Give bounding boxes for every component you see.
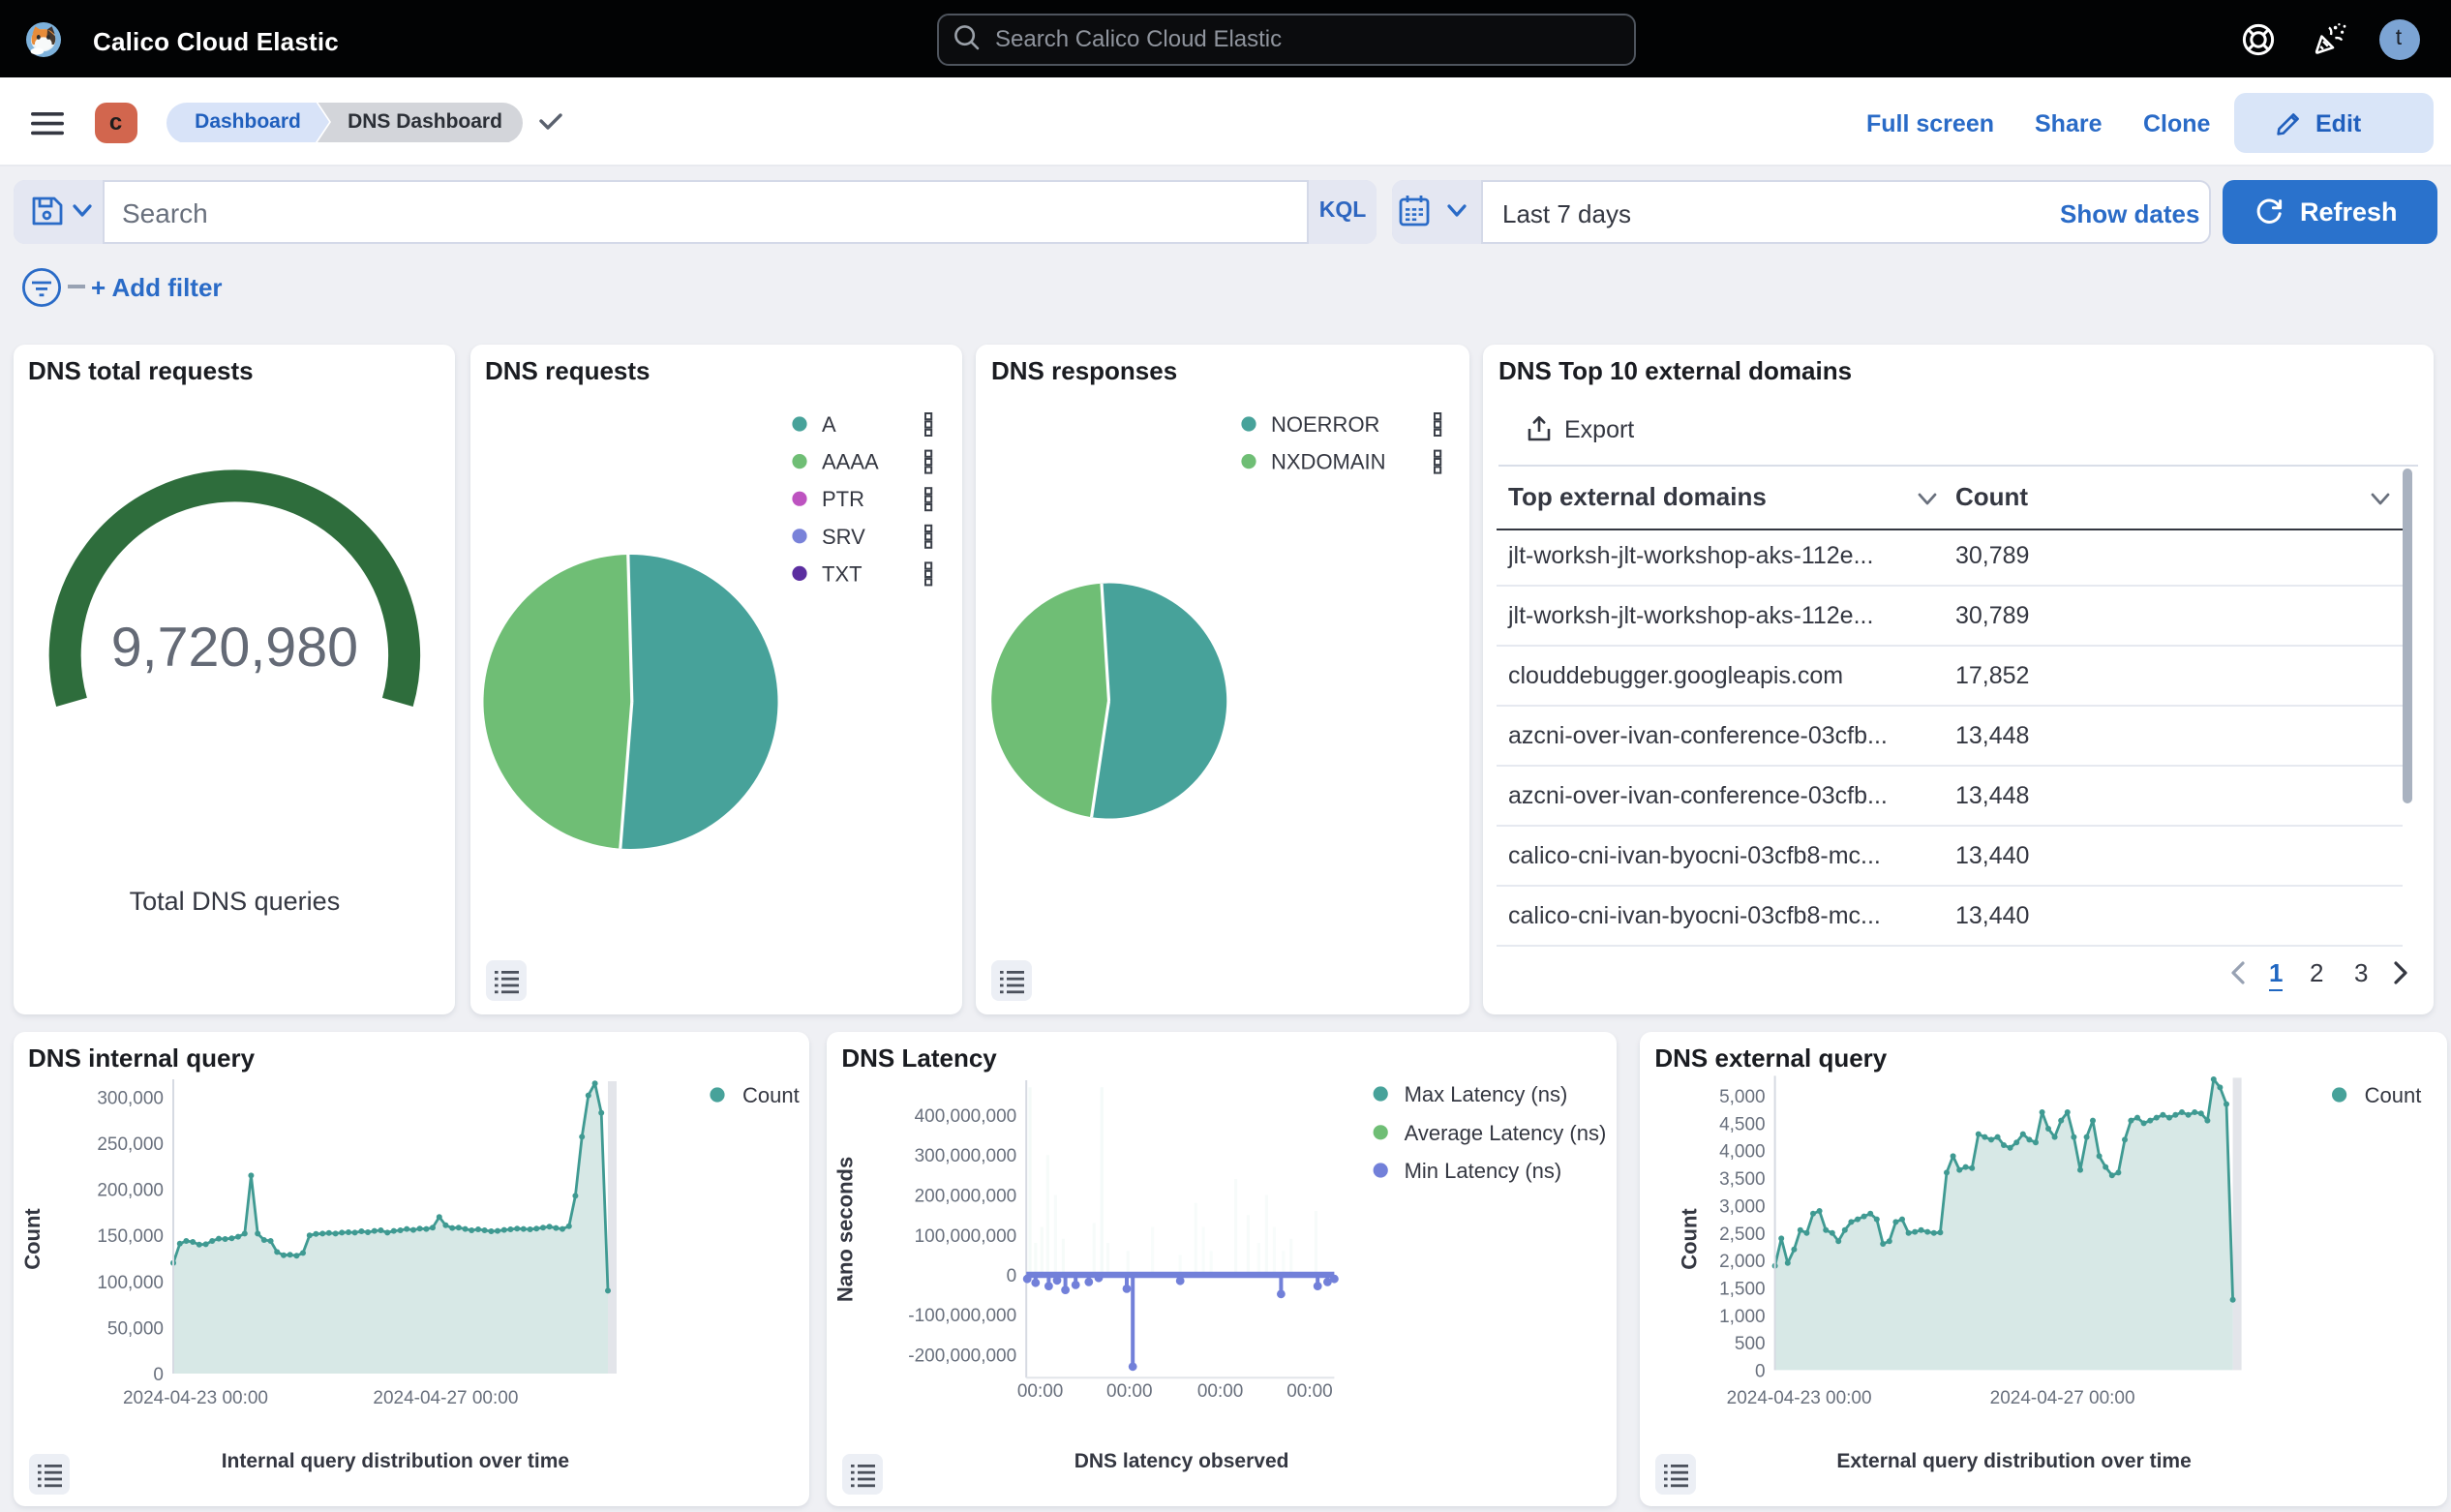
svg-text:200,000,000: 200,000,000 xyxy=(914,1187,1016,1207)
svg-text:-100,000,000: -100,000,000 xyxy=(908,1306,1016,1326)
svg-text:DNS latency observed: DNS latency observed xyxy=(1074,1450,1288,1472)
svg-text:NXDOMAIN: NXDOMAIN xyxy=(1271,450,1386,474)
svg-text:Nano seconds: Nano seconds xyxy=(832,1157,857,1302)
svg-text:0: 0 xyxy=(152,1365,163,1385)
svg-text:100,000: 100,000 xyxy=(96,1273,163,1293)
svg-text:NOERROR: NOERROR xyxy=(1271,412,1379,437)
svg-text:300,000,000: 300,000,000 xyxy=(914,1146,1016,1166)
svg-text:2,500: 2,500 xyxy=(1718,1225,1765,1245)
svg-text:A: A xyxy=(821,412,835,437)
svg-text:Count: Count xyxy=(19,1208,44,1270)
svg-text:1,000: 1,000 xyxy=(1718,1307,1765,1327)
svg-text:2024-04-23 00:00: 2024-04-23 00:00 xyxy=(122,1388,267,1408)
svg-text:External query distribution ov: External query distribution over time xyxy=(1836,1450,2191,1472)
svg-text:00:00: 00:00 xyxy=(1286,1381,1333,1402)
svg-text:150,000: 150,000 xyxy=(96,1226,163,1247)
svg-text:Count: Count xyxy=(2364,1083,2421,1107)
svg-text:0: 0 xyxy=(1006,1266,1016,1286)
svg-text:4,000: 4,000 xyxy=(1718,1142,1765,1163)
svg-text:AAAA: AAAA xyxy=(821,450,878,474)
svg-text:1,500: 1,500 xyxy=(1718,1279,1765,1299)
svg-text:200,000: 200,000 xyxy=(96,1181,163,1201)
svg-text:3,500: 3,500 xyxy=(1718,1169,1765,1190)
svg-text:Average Latency (ns): Average Latency (ns) xyxy=(1404,1121,1606,1145)
svg-text:-200,000,000: -200,000,000 xyxy=(908,1346,1016,1366)
svg-text:50,000: 50,000 xyxy=(106,1318,163,1339)
svg-text:5,000: 5,000 xyxy=(1718,1087,1765,1107)
svg-text:Count: Count xyxy=(1677,1208,1701,1270)
svg-text:0: 0 xyxy=(1754,1361,1765,1381)
svg-text:00:00: 00:00 xyxy=(1196,1381,1243,1402)
svg-text:Max Latency (ns): Max Latency (ns) xyxy=(1404,1082,1567,1106)
svg-text:2024-04-23 00:00: 2024-04-23 00:00 xyxy=(1726,1388,1871,1408)
svg-text:2,000: 2,000 xyxy=(1718,1252,1765,1272)
svg-text:PTR: PTR xyxy=(821,487,863,511)
svg-text:SRV: SRV xyxy=(821,525,864,549)
svg-text:400,000,000: 400,000,000 xyxy=(914,1106,1016,1127)
svg-text:2024-04-27 00:00: 2024-04-27 00:00 xyxy=(1989,1388,2134,1408)
svg-text:4,500: 4,500 xyxy=(1718,1114,1765,1134)
svg-text:TXT: TXT xyxy=(821,561,862,586)
svg-text:00:00: 00:00 xyxy=(1016,1381,1063,1402)
svg-text:3,000: 3,000 xyxy=(1718,1196,1765,1217)
svg-text:Internal query distribution ov: Internal query distribution over time xyxy=(221,1450,568,1472)
svg-text:Count: Count xyxy=(741,1083,799,1107)
svg-text:100,000,000: 100,000,000 xyxy=(914,1226,1016,1247)
svg-text:2024-04-27 00:00: 2024-04-27 00:00 xyxy=(372,1388,517,1408)
svg-text:500: 500 xyxy=(1734,1334,1765,1354)
svg-text:300,000: 300,000 xyxy=(96,1089,163,1109)
svg-text:00:00: 00:00 xyxy=(1105,1381,1152,1402)
svg-text:Total DNS queries: Total DNS queries xyxy=(129,887,340,916)
svg-text:Min Latency (ns): Min Latency (ns) xyxy=(1404,1159,1561,1183)
svg-text:9,720,980: 9,720,980 xyxy=(110,617,357,679)
svg-text:250,000: 250,000 xyxy=(96,1134,163,1155)
